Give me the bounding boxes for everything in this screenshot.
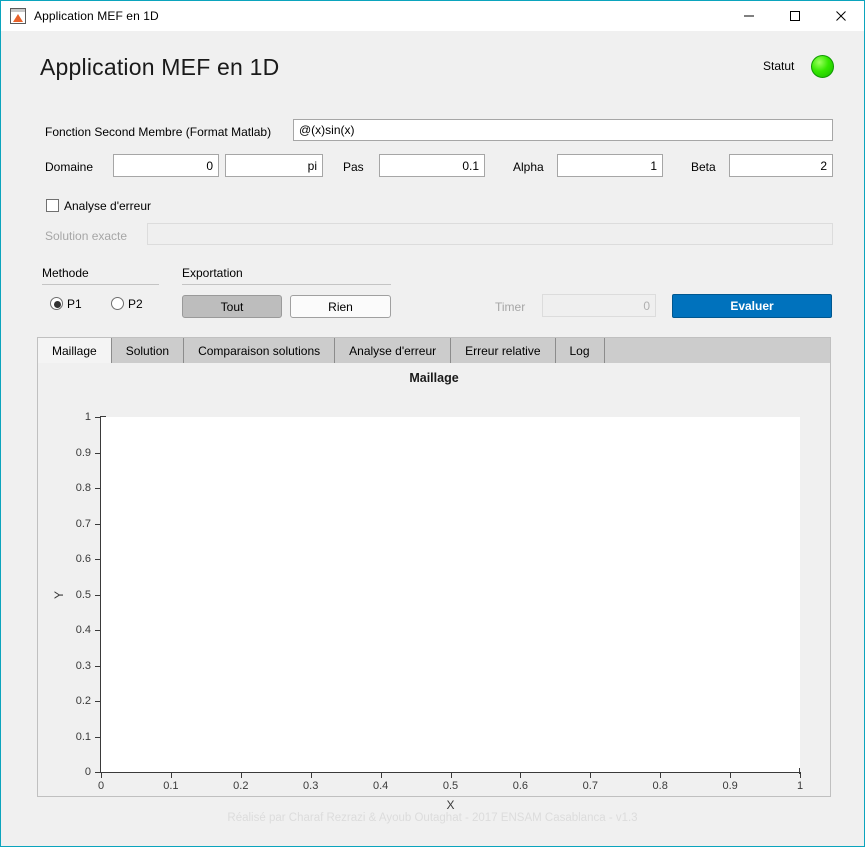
error-analysis-label: Analyse d'erreur (64, 199, 151, 213)
y-axis-tick (95, 488, 101, 489)
tab-panel: Maillage Solution Comparaison solutions … (37, 337, 831, 812)
y-axis-tick (95, 594, 101, 596)
domain-end-input[interactable] (225, 154, 323, 177)
y-axis-tick (95, 665, 101, 667)
step-input[interactable] (379, 154, 485, 177)
plot-area: Maillage Y X 0 0.1 0.2 0.3 0.4 0.5 0.6 0.7 0.8 0.… (38, 363, 830, 812)
tab-erreur-relative[interactable]: Erreur relative (451, 338, 556, 363)
radio-p2[interactable] (111, 297, 124, 310)
matlab-icon (10, 8, 26, 24)
export-all-button[interactable]: Tout (182, 295, 282, 318)
x-axis-tick (520, 772, 522, 778)
y-axis-tick-label: 0.8 (75, 482, 91, 494)
x-axis-tick (380, 772, 382, 778)
y-axis-tick-label: 1 (84, 411, 91, 423)
alpha-label: Alpha (513, 160, 544, 174)
x-axis-tick (170, 772, 172, 778)
x-axis-tick (240, 772, 242, 778)
export-none-button[interactable]: Rien (290, 295, 391, 318)
y-axis-tick-label: 0 (84, 766, 91, 778)
x-axis-tick-label: 0.2 (233, 780, 249, 792)
status-label: Statut (763, 59, 795, 73)
function-input[interactable] (293, 119, 833, 141)
x-axis-tick (101, 772, 102, 778)
x-axis-tick (660, 772, 662, 778)
domain-start-input[interactable] (113, 154, 219, 177)
x-axis-tick-label: 0.9 (722, 780, 738, 792)
tab-strip-filler (604, 338, 830, 363)
timer-label: Timer (495, 300, 526, 314)
y-axis-tick (95, 523, 101, 525)
y-axis-tick (95, 630, 101, 631)
tab-log[interactable]: Log (555, 338, 605, 363)
chart-axes: Y X 0 0.1 0.2 0.3 0.4 0.5 0.6 0.7 0.8 0.9 1 0 0.1 0.2… (52, 411, 803, 812)
timer-input (542, 294, 656, 317)
beta-input[interactable] (729, 154, 833, 177)
y-axis-tick (95, 701, 101, 702)
x-axis-tick-label: 0.6 (512, 780, 529, 792)
tab-strip: Maillage Solution Comparaison solutions … (38, 338, 830, 363)
domain-label: Domaine (45, 160, 94, 174)
function-label: Fonction Second Membre (Format Matlab) (45, 125, 272, 139)
y-axis-tick (95, 417, 101, 418)
chart-ylabel: Y (52, 590, 67, 599)
close-icon[interactable] (818, 1, 864, 31)
x-axis-tick-label: 0.3 (303, 780, 319, 792)
x-axis-tick (730, 772, 732, 778)
y-axis-tick (95, 736, 101, 738)
maximize-icon[interactable] (772, 1, 818, 31)
status-indicator (811, 55, 834, 78)
chart-xlabel: X (446, 798, 455, 812)
page-title: Application MEF en 1D (40, 54, 280, 80)
alpha-input[interactable] (557, 154, 663, 177)
radio-p2-label: P2 (128, 297, 143, 311)
beta-label: Beta (691, 160, 716, 174)
y-axis-tick-label: 0.2 (75, 695, 91, 707)
chart-title: Maillage (409, 371, 459, 385)
evaluate-button[interactable]: Evaluer (672, 294, 832, 318)
y-axis-tick-label: 0.6 (75, 553, 91, 565)
x-axis-tick-label: 0.8 (652, 780, 668, 792)
tab-solution[interactable]: Solution (111, 338, 185, 363)
radio-p1[interactable] (50, 297, 63, 310)
y-axis-tick-label: 0.4 (75, 624, 91, 636)
y-axis-tick-label: 0.3 (75, 659, 91, 672)
y-axis-tick (95, 452, 101, 454)
error-analysis-checkbox[interactable] (46, 199, 59, 212)
tab-comparaison-solutions[interactable]: Comparaison solutions (184, 338, 336, 363)
export-group-label: Exportation (182, 266, 243, 280)
x-axis-tick-label: 0.5 (442, 780, 459, 792)
window-controls (726, 1, 864, 31)
exact-solution-input[interactable] (147, 223, 833, 245)
x-axis-tick (800, 772, 801, 778)
radio-p1-label: P1 (67, 297, 82, 311)
x-axis-tick-label: 0.4 (372, 780, 389, 792)
y-axis-tick-label: 0.1 (75, 730, 91, 743)
x-axis-tick-label: 0.7 (582, 780, 598, 792)
export-group-divider (182, 284, 391, 285)
x-axis-tick-label: 0.1 (163, 780, 179, 792)
x-axis-tick-label: 1 (796, 780, 804, 792)
footer-credit: Réalisé par Charaf Rezrazi & Ayoub Outag… (227, 812, 638, 824)
exact-solution-label: Solution exacte (45, 229, 128, 243)
tab-maillage[interactable]: Maillage (38, 338, 112, 363)
tab-analyse-derreur[interactable]: Analyse d'erreur (335, 338, 452, 363)
step-label: Pas (343, 160, 364, 174)
minimize-icon[interactable] (726, 1, 772, 31)
y-axis-tick-label: 0.7 (75, 517, 91, 530)
method-group-divider (42, 284, 159, 285)
method-group-label: Methode (42, 266, 89, 280)
title-bar: Application MEF en 1D (1, 1, 864, 31)
x-axis-tick (310, 772, 312, 778)
x-axis-tick (590, 772, 592, 778)
window-title: Application MEF en 1D (34, 9, 159, 23)
y-axis-tick-label: 0.9 (75, 446, 91, 459)
y-axis-tick-label: 0.5 (75, 588, 91, 601)
x-axis-tick-label: 0 (97, 780, 105, 792)
application-window: Application MEF en 1D Application MEF en… (0, 0, 865, 847)
y-axis-tick (95, 559, 101, 560)
x-axis-tick (450, 772, 452, 778)
